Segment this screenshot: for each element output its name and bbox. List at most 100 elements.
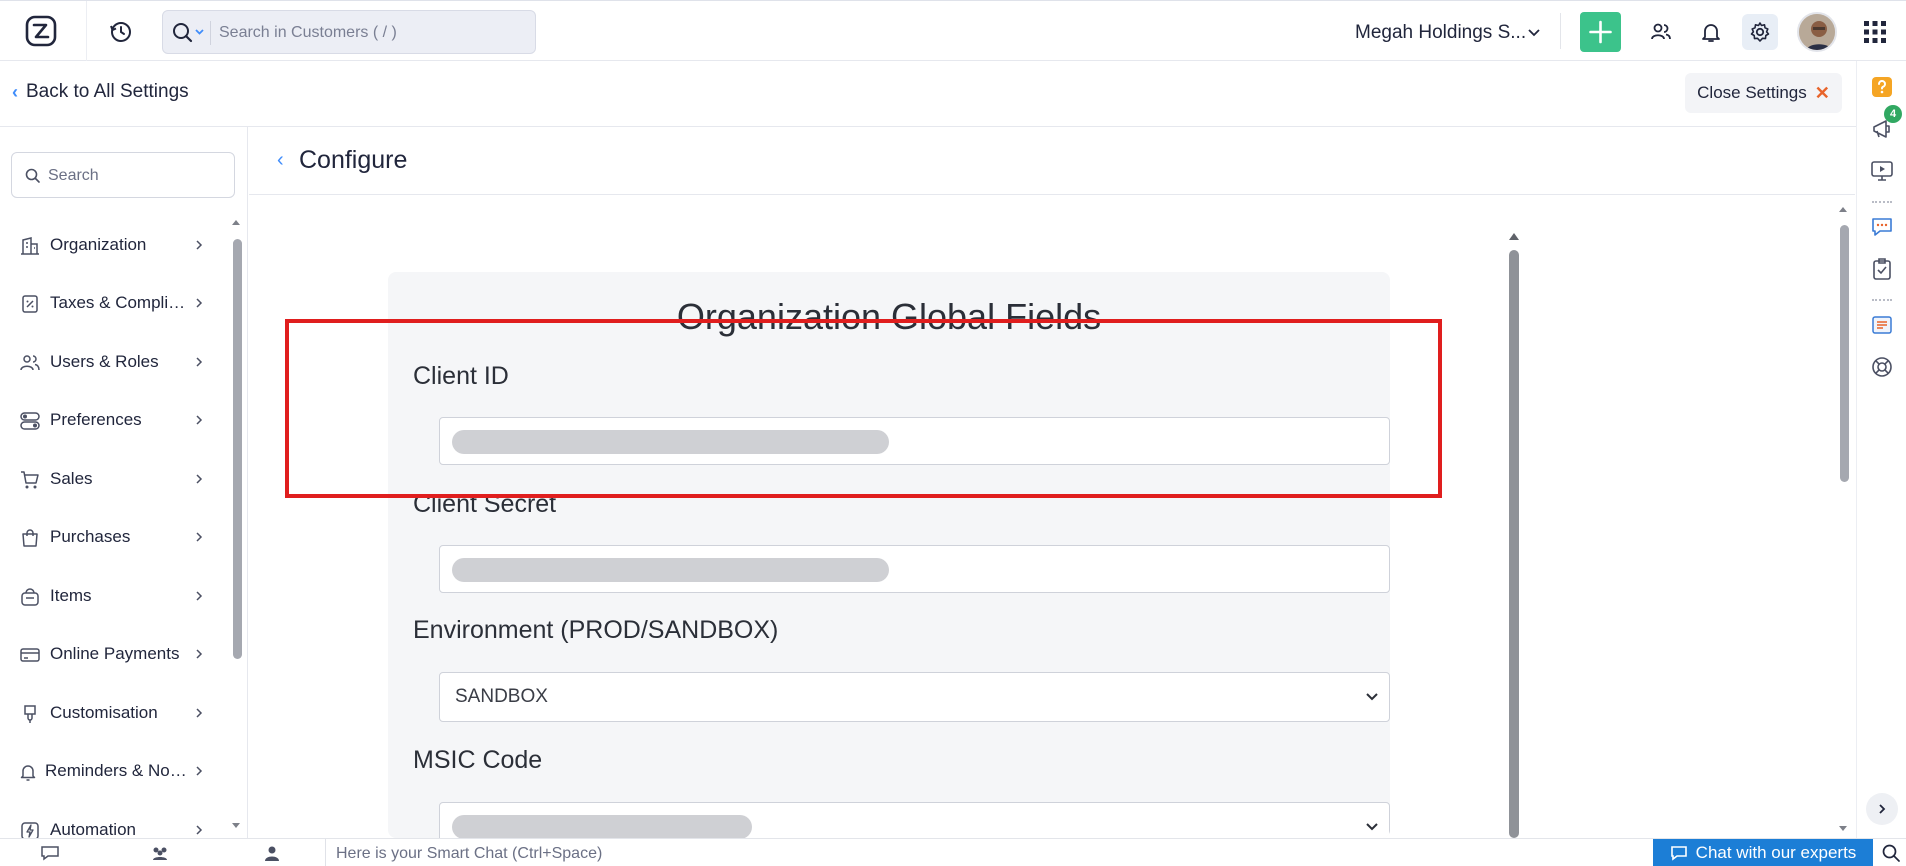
notifications-button[interactable] — [1693, 14, 1729, 50]
checklist-icon[interactable] — [1870, 257, 1894, 281]
chat-icon — [41, 846, 59, 861]
support-icon[interactable] — [1870, 355, 1894, 379]
sidebar-item-label: Preferences — [50, 410, 142, 429]
channels-icon — [153, 847, 167, 860]
sidebar-item-reminders[interactable]: Reminders & Notifications — [0, 751, 215, 791]
sidebar-item-label: Customisation — [50, 703, 158, 722]
chevron-down-icon — [1366, 823, 1378, 831]
settings-search-input[interactable] — [48, 165, 223, 187]
divider — [325, 839, 326, 866]
divider — [1872, 299, 1892, 301]
refer-users-button[interactable] — [1643, 14, 1679, 50]
sidebar-item-preferences[interactable]: Preferences — [0, 400, 215, 440]
inner-scrollbar-thumb[interactable] — [1509, 250, 1519, 838]
sidebar-item-customisation[interactable]: Customisation — [0, 693, 215, 733]
org-switcher[interactable]: Megah Holdings S... — [1355, 22, 1526, 44]
chevron-down-icon[interactable] — [1528, 28, 1540, 38]
help-icon[interactable] — [1870, 75, 1894, 99]
sidebar-item-label: Organization — [50, 235, 147, 254]
msic-code-select[interactable] — [439, 802, 1390, 838]
building-icon — [21, 237, 39, 255]
users-icon — [20, 355, 40, 371]
chat-with-experts-label: Chat with our experts — [1695, 843, 1857, 862]
settings-sidebar: Organization Taxes & Compliance Users & … — [0, 127, 248, 840]
basket-icon — [21, 588, 39, 606]
chevron-right-icon — [196, 240, 203, 250]
close-settings-button[interactable]: Close Settings ✕ — [1685, 73, 1842, 113]
bottom-bar: Chat with our experts — [0, 838, 1906, 866]
chevron-right-icon — [196, 766, 203, 776]
settings-header: ‹ Back to All Settings Close Settings ✕ — [0, 61, 1856, 127]
chat-bubble-icon[interactable] — [1870, 215, 1894, 239]
apps-grid-icon[interactable] — [1864, 21, 1886, 43]
sidebar-item-items[interactable]: Items — [0, 576, 215, 616]
main-scrollbar-thumb[interactable] — [1840, 225, 1849, 482]
page-title: Configure — [299, 146, 408, 174]
settings-button[interactable] — [1742, 14, 1778, 50]
recent-history-icon[interactable] — [108, 19, 134, 45]
sidebar-item-online-payments[interactable]: Online Payments — [0, 634, 215, 674]
search-scope-dropdown[interactable] — [171, 21, 211, 45]
toggles-icon — [20, 412, 40, 430]
sidebar-item-sales[interactable]: Sales — [0, 459, 215, 499]
chat-with-experts-button[interactable]: Chat with our experts — [1653, 839, 1873, 866]
chevron-right-icon — [196, 357, 203, 367]
cart-icon — [21, 471, 39, 489]
card-icon — [20, 648, 40, 662]
sidebar-item-organization[interactable]: Organization — [0, 225, 215, 265]
books-icon[interactable] — [1870, 313, 1894, 337]
chevron-right-icon — [196, 474, 203, 484]
search-icon — [25, 168, 40, 183]
msic-code-label: MSIC Code — [413, 746, 543, 774]
gear-icon — [1750, 22, 1770, 42]
global-search[interactable] — [162, 10, 536, 54]
annotation-highlight-box — [285, 319, 1442, 498]
sidebar-item-purchases[interactable]: Purchases — [0, 517, 215, 557]
search-icon[interactable] — [1882, 844, 1900, 862]
back-to-settings-label: Back to All Settings — [26, 81, 189, 102]
chevron-down-icon — [1366, 693, 1378, 701]
smart-chat-input[interactable] — [336, 844, 936, 864]
expand-rail-button[interactable] — [1866, 793, 1898, 825]
tab-chats[interactable] — [10, 839, 90, 866]
chevron-right-icon — [196, 298, 203, 308]
app-logo-icon[interactable] — [24, 14, 58, 48]
avatar[interactable] — [1797, 12, 1837, 52]
sidebar-item-taxes[interactable]: Taxes & Compliance — [0, 283, 215, 323]
sidebar-scrollbar-thumb[interactable] — [233, 239, 242, 659]
divider — [86, 1, 87, 61]
environment-value: SANDBOX — [455, 686, 548, 707]
redacted-value — [452, 815, 752, 838]
back-to-settings-link[interactable]: ‹ Back to All Settings — [12, 81, 189, 103]
bag-icon — [22, 529, 38, 547]
right-rail — [1856, 61, 1906, 838]
settings-search[interactable] — [11, 152, 235, 198]
sidebar-item-users-roles[interactable]: Users & Roles — [0, 342, 215, 382]
tab-channels[interactable] — [120, 839, 200, 866]
inner-scroll-up-arrow[interactable] — [1507, 230, 1521, 242]
sidebar-item-label: Sales — [50, 469, 93, 488]
chevron-right-icon — [1879, 804, 1886, 814]
close-settings-label: Close Settings — [1697, 83, 1807, 102]
close-icon: ✕ — [1814, 82, 1830, 103]
chevron-right-icon — [196, 591, 203, 601]
users-icon — [1651, 23, 1671, 40]
video-icon[interactable] — [1870, 159, 1894, 183]
back-chevron-icon[interactable]: ‹ — [277, 149, 284, 172]
quick-create-button[interactable] — [1580, 12, 1621, 52]
divider — [1872, 201, 1892, 203]
tab-contacts[interactable] — [232, 839, 312, 866]
client-secret-field[interactable] — [439, 545, 1390, 593]
redacted-value — [452, 558, 889, 582]
chat-icon — [1670, 846, 1687, 861]
environment-select[interactable]: SANDBOX — [439, 672, 1390, 722]
sidebar-item-label: Users & Roles — [50, 352, 159, 371]
user-photo — [1799, 14, 1835, 50]
chevron-right-icon — [196, 415, 203, 425]
sidebar-item-label: Items — [50, 586, 92, 605]
bell-icon — [20, 765, 36, 781]
global-search-input[interactable] — [219, 21, 519, 45]
chevron-right-icon — [196, 825, 203, 835]
plus-icon — [1589, 20, 1612, 44]
sidebar-item-label: Reminders & Notifications — [45, 761, 187, 780]
